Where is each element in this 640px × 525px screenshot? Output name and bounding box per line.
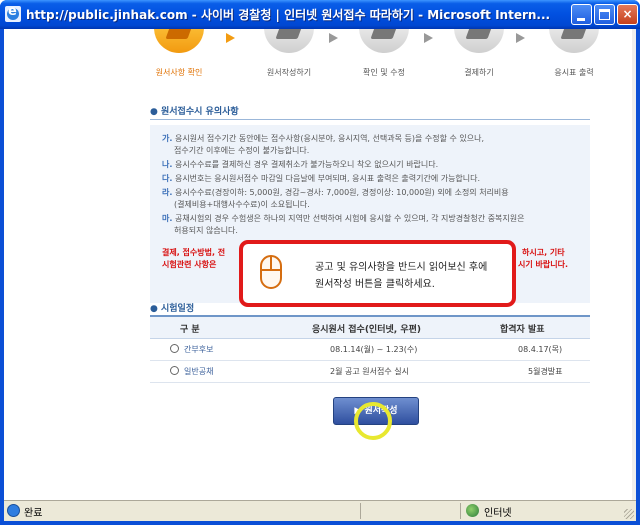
row-name: 간부후보 (184, 345, 214, 354)
title-bar[interactable]: http://public.jinhak.com - 사이버 경찰청 | 인터넷… (0, 0, 640, 29)
radio-button[interactable] (170, 366, 179, 375)
notice-item: 허용되지 않습니다. (174, 226, 238, 235)
mouse-icon (260, 255, 282, 289)
radio-button[interactable] (170, 344, 179, 353)
table-row[interactable]: 일반공채 2월 공고 원서접수 실시 5월경발표 (150, 361, 590, 383)
header-cell: 구 분 (180, 325, 200, 335)
notice-item: 라. 응시수수료(경장이하: 5,000원, 경감~경사: 7,000원, 경정… (162, 188, 509, 197)
step-arrow-icon (329, 33, 338, 43)
minimize-icon (577, 18, 585, 21)
instruction-callout: 공고 및 유의사항을 반드시 읽어보신 후에 원서작성 버튼을 클릭하세요. (239, 240, 516, 307)
step-2: 원서작성하기 (254, 29, 324, 89)
step-5-label: 응시표 출력 (554, 68, 594, 77)
step-3-icon (359, 29, 409, 53)
scrollbar[interactable] (632, 29, 636, 500)
maximize-icon (599, 9, 610, 20)
step-flow: 원서사항 확인 원서작성하기 확인 및 수정 결제하기 응시표 출력 (144, 29, 624, 89)
step-1-icon (154, 29, 204, 53)
step-5: 응시표 출력 (539, 29, 609, 89)
page-icon (7, 504, 20, 517)
row-result: 5월경발표 (528, 367, 563, 376)
step-4-icon (454, 29, 504, 53)
page-content: 원서사항 확인 원서작성하기 확인 및 수정 결제하기 응시표 출력 ● 원서접… (4, 29, 636, 500)
callout-line-1: 공고 및 유의사항을 반드시 읽어보신 후에 (315, 262, 488, 273)
header-cell: 응시원서 접수(인터넷, 우편) (312, 325, 421, 335)
table-row[interactable]: 간부후보 08.1.14(월) ~ 1.23(수) 08.4.17(목) (150, 339, 590, 361)
header-cell: 합격자 발표 (500, 325, 545, 335)
browser-window: http://public.jinhak.com - 사이버 경찰청 | 인터넷… (0, 0, 640, 525)
step-arrow-icon (226, 33, 235, 43)
minimize-button[interactable] (571, 4, 592, 25)
warning-text: 시험관련 사항은 (162, 260, 217, 269)
notice-item: 다. 응시번호는 응시원서접수 마감일 다음날에 부여되며, 응시표 출력은 출… (162, 174, 481, 183)
step-1-label: 원서사항 확인 (155, 68, 203, 77)
table-header: 구 분 응시원서 접수(인터넷, 우편) 합격자 발표 (150, 317, 590, 339)
notice-item: (결제비용+대행사수수료)이 소요됩니다. (174, 200, 310, 209)
maximize-button[interactable] (594, 4, 615, 25)
step-2-icon (264, 29, 314, 53)
callout-line-2: 원서작성 버튼을 클릭하세요. (315, 279, 435, 290)
notice-item: 마. 공채시험의 경우 수험생은 하나의 지역만 선택하여 시험에 응시할 수 … (162, 214, 525, 223)
row-period: 2월 공고 원서접수 실시 (330, 367, 409, 376)
ie-icon (5, 4, 21, 22)
status-divider (460, 503, 461, 519)
row-name: 일반공채 (184, 367, 214, 376)
status-text: 완료 (24, 508, 43, 519)
bullet-icon: ● (150, 107, 161, 117)
step-1: 원서사항 확인 (144, 29, 214, 89)
close-icon: × (622, 7, 633, 21)
notice-title: ● 원서접수시 유의사항 (150, 107, 239, 117)
step-5-icon (549, 29, 599, 53)
row-period: 08.1.14(월) ~ 1.23(수) (330, 345, 418, 354)
notice-item: 나. 응시수수료를 결제하신 경우 결제취소가 불가능하오니 착오 없으시기 바… (162, 160, 439, 169)
warning-text: 하시고, 기타 (522, 248, 565, 257)
schedule-title: ● 시험일정 (150, 304, 195, 314)
row-result: 08.4.17(목) (518, 345, 563, 354)
schedule-table: 구 분 응시원서 접수(인터넷, 우편) 합격자 발표 간부후보 08.1.14… (150, 315, 590, 383)
window-title: http://public.jinhak.com - 사이버 경찰청 | 인터넷… (26, 8, 551, 22)
step-4-label: 결제하기 (464, 68, 494, 77)
notice-item: 가. 응시원서 접수기간 동안에는 접수사항(응시분야, 응시지역, 선택과목 … (162, 134, 485, 143)
step-3: 확인 및 수정 (349, 29, 419, 89)
step-arrow-icon (516, 33, 525, 43)
section-divider (150, 119, 590, 120)
resize-grip-icon[interactable] (624, 509, 634, 519)
step-3-label: 확인 및 수정 (363, 68, 405, 77)
step-2-label: 원서작성하기 (266, 68, 312, 77)
warning-text: 결제, 접수방법, 전 (162, 248, 226, 257)
highlight-ring (354, 402, 392, 440)
status-divider (360, 503, 361, 519)
step-arrow-icon (424, 33, 433, 43)
zone-text: 인터넷 (484, 508, 512, 519)
close-button[interactable]: × (617, 4, 638, 25)
step-4: 결제하기 (444, 29, 514, 89)
notice-item: 접수기간 이후에는 수정이 불가능합니다. (174, 146, 310, 155)
status-bar: 완료 인터넷 (4, 500, 636, 521)
bullet-icon: ● (150, 304, 161, 314)
warning-text: 시기 바랍니다. (518, 260, 568, 269)
internet-zone-icon (466, 504, 479, 517)
